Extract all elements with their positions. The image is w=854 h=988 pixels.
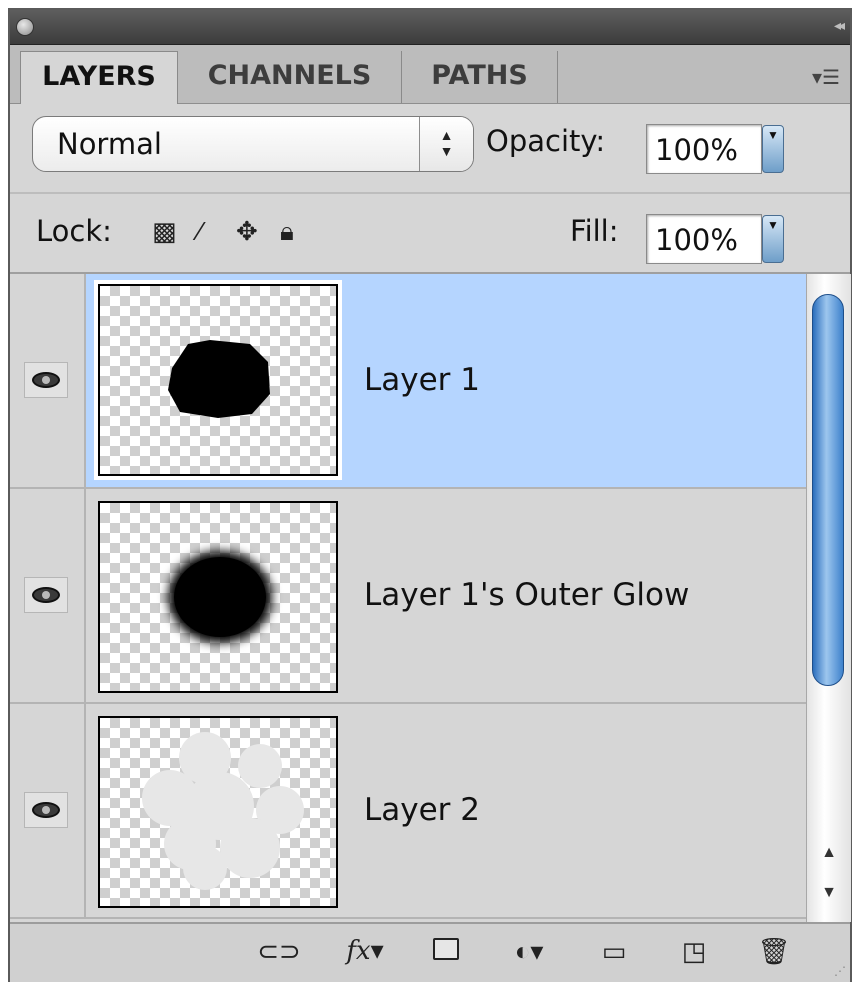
mask-icon[interactable] xyxy=(424,934,468,968)
blend-row: Normal ▲ ▼ Opacity: 100% ▼ xyxy=(10,104,850,194)
layer-row-outer-glow[interactable]: Layer 1's Outer Glow xyxy=(10,489,806,704)
fx-icon[interactable]: fx▾ xyxy=(340,934,390,968)
layer-name[interactable]: Layer 1 xyxy=(364,362,480,398)
scroll-down-icon[interactable]: ▼ xyxy=(807,884,851,902)
resize-grip-icon[interactable]: ⋰ xyxy=(834,964,846,978)
opacity-dropdown-icon[interactable]: ▼ xyxy=(762,125,784,173)
tab-paths[interactable]: PATHS xyxy=(402,51,558,103)
fill-dropdown-icon[interactable]: ▼ xyxy=(762,215,784,263)
lock-transparency-icon[interactable]: ▩ xyxy=(152,216,177,246)
layer-row-layer-2[interactable]: Layer 2 xyxy=(10,704,806,919)
close-icon[interactable] xyxy=(16,18,34,36)
tab-layers[interactable]: LAYERS xyxy=(20,51,178,104)
visibility-column xyxy=(10,489,86,702)
scrollbar-thumb[interactable] xyxy=(812,294,844,686)
opacity-input[interactable]: 100% xyxy=(646,124,762,174)
panel-menu-icon[interactable]: ▾☰ xyxy=(812,65,840,90)
glow-blob-shape xyxy=(168,551,272,643)
tab-bar: LAYERS CHANNELS PATHS ▾☰ xyxy=(10,45,850,104)
eye-icon[interactable] xyxy=(24,362,68,398)
layer-name[interactable]: Layer 1's Outer Glow xyxy=(364,577,689,613)
panel-titlebar: ◂◂ xyxy=(10,10,850,45)
folder-icon[interactable]: ▭ xyxy=(594,934,634,968)
tab-channels[interactable]: CHANNELS xyxy=(178,51,402,103)
new-layer-icon[interactable]: ◳ xyxy=(674,934,714,968)
lock-all-icon[interactable]: 🔒︎ xyxy=(280,216,294,246)
eye-icon[interactable] xyxy=(24,792,68,828)
lock-row: Lock: ▩ ⁄ ✥ 🔒︎ Fill: 100% ▼ xyxy=(10,194,850,274)
trash-icon[interactable]: 🗑︎ xyxy=(754,934,794,968)
layer-thumbnail[interactable] xyxy=(98,716,338,908)
collapse-icon[interactable]: ◂◂ xyxy=(834,17,845,34)
lock-brush-icon[interactable]: ⁄ xyxy=(198,216,202,246)
hard-blob-shape xyxy=(168,340,270,418)
layer-thumbnail[interactable] xyxy=(98,501,338,693)
layer-row-layer-1[interactable]: Layer 1 xyxy=(10,274,806,489)
blend-mode-select[interactable]: Normal ▲ ▼ xyxy=(32,116,474,172)
visibility-column xyxy=(10,274,86,487)
layers-panel: ◂◂ LAYERS CHANNELS PATHS ▾☰ Normal ▲ ▼ Op… xyxy=(8,8,852,982)
layers-scrollbar[interactable]: ▲ ▼ xyxy=(806,274,851,922)
panel-bottom-bar: ⊂⊃ fx▾ ◐▾ ▭ ◳ 🗑︎ ⋰ xyxy=(10,922,850,982)
fill-label: Fill: xyxy=(570,214,619,248)
opacity-label: Opacity: xyxy=(486,124,606,158)
visibility-column xyxy=(10,704,86,917)
updown-arrows-icon: ▲ ▼ xyxy=(419,117,473,171)
cloud-shape xyxy=(142,732,304,890)
blend-mode-value: Normal xyxy=(57,127,162,161)
adjustment-icon[interactable]: ◐▾ xyxy=(504,934,554,968)
lock-move-icon[interactable]: ✥ xyxy=(236,216,258,246)
scroll-up-icon[interactable]: ▲ xyxy=(807,844,851,862)
link-icon[interactable]: ⊂⊃ xyxy=(254,934,304,968)
lock-label: Lock: xyxy=(36,214,112,248)
eye-icon[interactable] xyxy=(24,577,68,613)
layer-name[interactable]: Layer 2 xyxy=(364,792,480,828)
layers-list: Layer 1 Layer 1's Outer Glow Layer 2 xyxy=(10,274,806,922)
layer-thumbnail[interactable] xyxy=(94,280,342,480)
fill-input[interactable]: 100% xyxy=(646,214,762,264)
